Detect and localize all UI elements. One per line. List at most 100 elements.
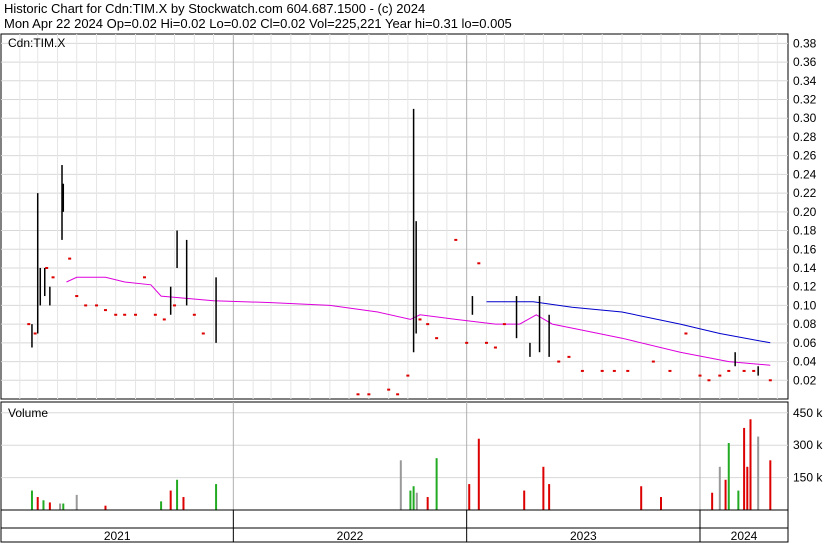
price-close-dot [27,323,31,326]
volume-bar [62,503,65,510]
price-close-dot [103,309,107,312]
volume-bar [468,484,471,510]
price-tick-label: 0.24 [793,167,817,181]
price-close-dot [201,332,205,335]
price-close-dot [367,393,371,396]
price-close-dot [477,262,481,265]
volume-bar [160,501,163,510]
price-close-dot [45,266,49,269]
price-panel: 0.02 0.04 0.06 0.08 0.10 0.12 0.14 0.16 0.18 0.20… [0,33,817,400]
volume-bar [724,479,727,510]
price-close-dot [142,276,146,279]
volume-bar [36,497,39,510]
volume-bar [743,427,746,510]
x-axis-year-label: 2022 [337,529,364,543]
price-close-dot [698,374,702,377]
volume-bar [542,466,545,510]
volume-bar [435,458,438,510]
price-close-dot [356,393,360,396]
price-tick-label: 0.14 [793,261,817,275]
volume-panel: 150 k 300 k 450 k Volume [0,401,823,511]
price-close-dot [707,379,711,382]
price-close-dot [123,313,127,316]
price-close-dot [600,369,604,372]
volume-bar [169,490,172,510]
price-close-dot [465,341,469,344]
price-close-dot [192,313,196,316]
price-close-dot [396,393,400,396]
volume-bar [215,484,218,510]
volume-axis: 150 k 300 k 450 k [793,406,823,485]
volume-bar [711,492,714,510]
price-close-dot [668,369,672,372]
price-tick-label: 0.08 [793,317,817,331]
volume-bar [409,490,412,510]
price-close-dot [95,304,99,307]
price-tick-label: 0.26 [793,149,817,163]
price-close-dot [68,257,72,260]
price-tick-label: 0.12 [793,280,817,294]
x-axis-year-label: 2021 [104,529,131,543]
volume-bar [737,490,740,510]
price-close-dot [51,276,55,279]
volume-frame [0,401,789,511]
price-close-dot [493,346,497,349]
price-close-dot [418,318,422,321]
volume-bar [415,492,418,510]
volume-bar [412,486,415,510]
price-tick-label: 0.38 [793,36,817,50]
volume-bar [769,460,772,510]
price-close-dot [742,369,746,372]
x-axis: 2021 2022 2023 2024 [0,509,789,543]
price-close-dot [557,360,561,363]
price-tick-label: 0.16 [793,242,817,256]
volume-tick-label: 300 k [793,438,823,452]
price-close-dot [153,313,157,316]
x-axis-year-label: 2024 [731,529,758,543]
volume-bar [30,490,33,510]
price-close-dot [626,369,630,372]
x-axis-year-label: 2023 [570,529,597,543]
price-close-dot [426,323,430,326]
price-close-dot [387,388,391,391]
price-close-dot [173,304,177,307]
volume-bar [746,466,749,510]
price-close-dot [162,318,166,321]
volume-tick-label: 450 k [793,406,823,420]
price-close-dot [567,355,571,358]
volume-bar [718,466,721,510]
price-close-dot [718,374,722,377]
chart-header-line1: Historic Chart for Cdn:TIM.X by Stockwat… [4,1,425,16]
volume-bar [727,443,730,510]
volume-tick-label: 150 k [793,471,823,485]
price-close-dot [33,332,37,335]
volume-bar [477,438,480,510]
price-tick-label: 0.22 [793,186,817,200]
price-tick-label: 0.06 [793,336,817,350]
volume-bar [640,486,643,510]
price-tick-label: 0.02 [793,373,817,387]
price-tick-label: 0.20 [793,205,817,219]
volume-bar [182,497,185,510]
volume-bar [48,502,51,510]
volume-bar [757,436,760,510]
volume-bar [548,484,551,510]
volume-bar [749,419,752,510]
price-close-dot [84,304,88,307]
volume-bar [104,505,107,510]
volume-bar [59,503,62,510]
volume-bar [42,500,45,510]
price-tick-label: 0.34 [793,74,817,88]
price-tick-label: 0.32 [793,93,817,107]
price-close-dot [484,341,488,344]
price-frame [0,33,789,400]
volume-bar [426,497,429,510]
volume-bar [523,490,526,510]
price-tick-label: 0.04 [793,355,817,369]
price-close-dot [684,332,688,335]
price-close-dot [406,374,410,377]
price-close-dot [114,313,118,316]
price-close-dot [651,360,655,363]
price-close-dot [768,379,772,382]
price-close-dot [727,369,731,372]
